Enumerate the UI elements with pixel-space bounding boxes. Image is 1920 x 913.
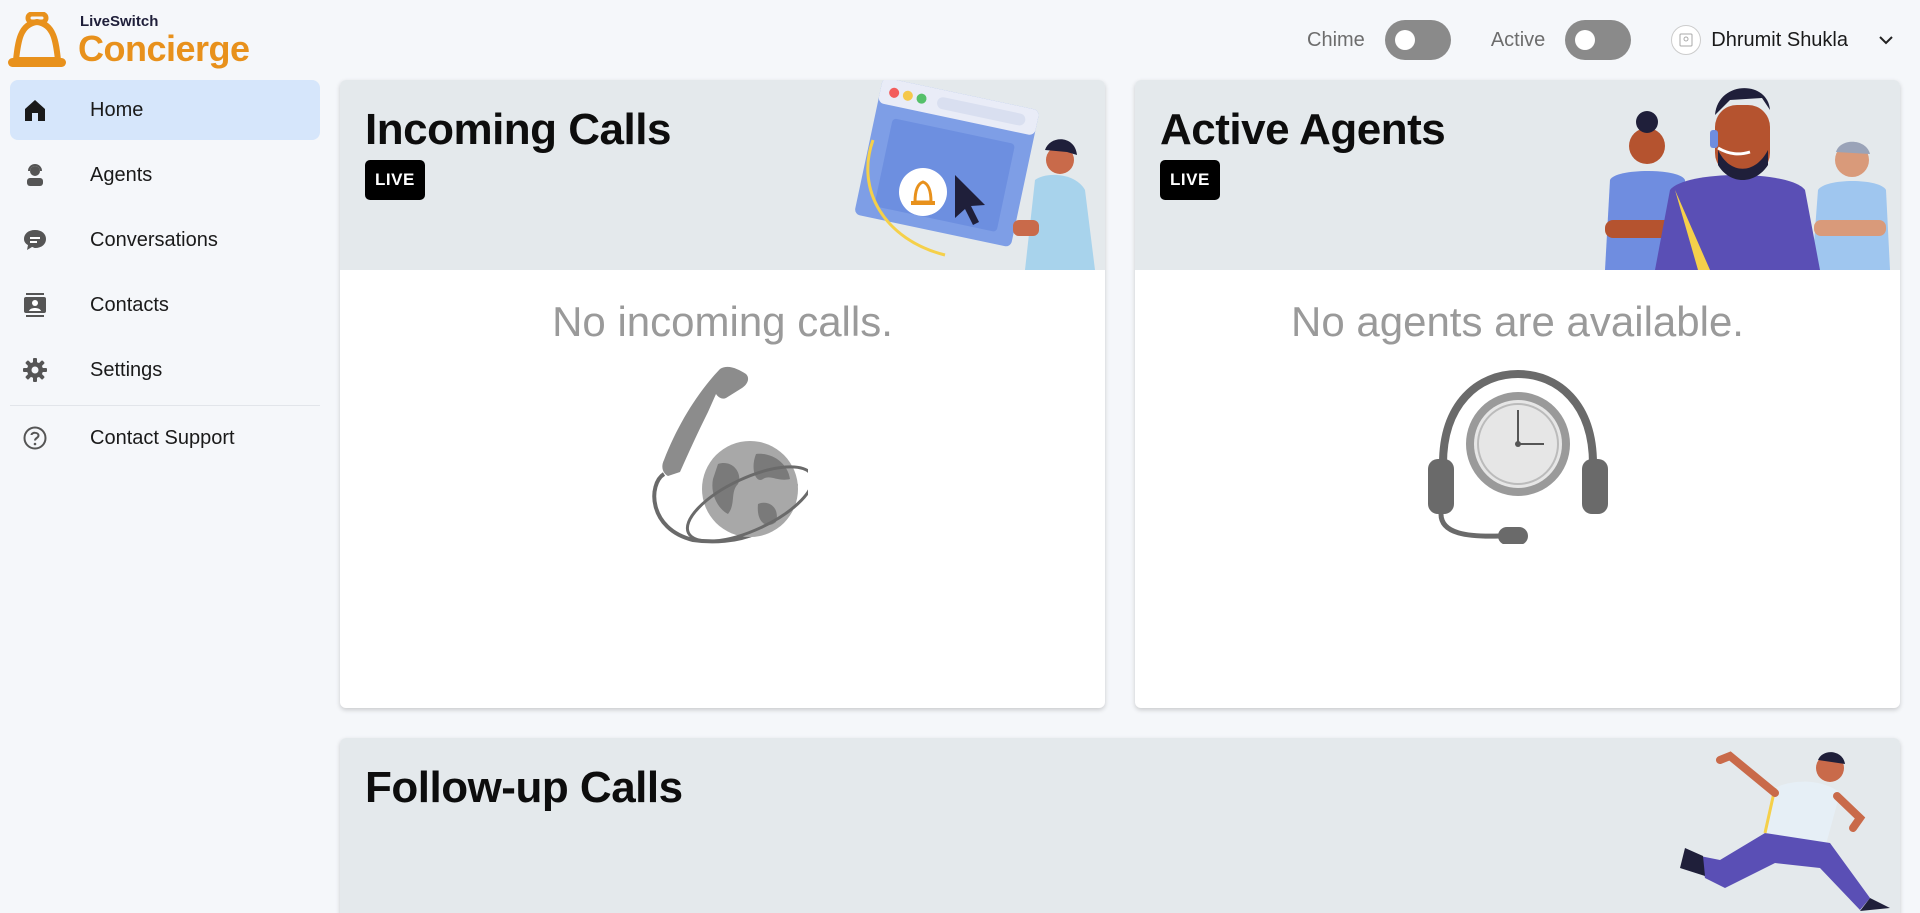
- chat-icon: [20, 225, 50, 255]
- home-icon: [20, 95, 50, 125]
- sidebar-item-label: Settings: [90, 358, 163, 381]
- sidebar-item-contact-support[interactable]: Contact Support: [10, 408, 320, 468]
- card-header: Active Agents LIVE: [1135, 80, 1900, 270]
- running-man-illustration: [1680, 751, 1890, 911]
- active-label: Active: [1490, 28, 1546, 51]
- card-header: Incoming Calls LIVE: [340, 80, 1105, 270]
- card-title: Incoming Calls: [365, 105, 671, 154]
- toggle-knob: [1575, 30, 1596, 50]
- toggle-knob: [1394, 30, 1415, 50]
- headset-clock-icon: [1135, 364, 1900, 544]
- header-controls: Chime Active Dhrumit Shukla: [1307, 0, 1920, 80]
- agents-illustration: [1605, 88, 1890, 270]
- agent-icon: [20, 160, 50, 190]
- chime-label: Chime: [1307, 28, 1365, 51]
- follow-up-calls-card: Follow-up Calls: [340, 738, 1900, 913]
- brand-name-bottom: Concierge: [78, 28, 250, 69]
- sidebar-item-conversations[interactable]: Conversations: [10, 210, 320, 270]
- card-title: Active Agents: [1160, 105, 1446, 154]
- empty-state-text: No incoming calls.: [552, 298, 893, 345]
- contacts-icon: [20, 290, 50, 320]
- active-toggle[interactable]: [1565, 20, 1632, 60]
- brand-logo[interactable]: LiveSwitch Concierge: [6, 10, 250, 70]
- incoming-calls-card: Incoming Calls LIVE No incoming calls.: [340, 80, 1105, 708]
- card-body: No agents are available.: [1135, 298, 1900, 544]
- bell-logo-icon: [8, 12, 66, 67]
- card-body: No incoming calls.: [340, 298, 1105, 544]
- active-agents-card: Active Agents LIVE No agents are availab…: [1135, 80, 1900, 708]
- chevron-down-icon[interactable]: [1878, 35, 1898, 45]
- live-badge: LIVE: [1160, 160, 1220, 200]
- sidebar-item-contacts[interactable]: Contacts: [10, 275, 320, 335]
- sidebar-item-label: Conversations: [90, 228, 218, 251]
- sidebar: Home Agents Conversations Contacts Setti…: [10, 80, 320, 473]
- user-avatar[interactable]: [1671, 25, 1702, 55]
- sidebar-item-settings[interactable]: Settings: [10, 340, 320, 400]
- phone-globe-icon: [340, 364, 1105, 544]
- live-badge: LIVE: [365, 160, 425, 200]
- sidebar-item-home[interactable]: Home: [10, 80, 320, 140]
- card-header: Follow-up Calls: [340, 738, 1900, 913]
- sidebar-divider: [10, 405, 320, 406]
- user-name[interactable]: Dhrumit Shukla: [1711, 29, 1848, 52]
- sidebar-item-label: Home: [90, 98, 144, 121]
- empty-state-text: No agents are available.: [1291, 298, 1744, 345]
- sidebar-item-label: Contact Support: [90, 426, 235, 449]
- gear-icon: [20, 355, 50, 385]
- image-placeholder-icon: [1679, 33, 1693, 47]
- sidebar-item-label: Agents: [90, 163, 153, 186]
- chime-toggle[interactable]: [1384, 20, 1451, 60]
- sidebar-item-agents[interactable]: Agents: [10, 145, 320, 205]
- browser-illustration: [855, 80, 1095, 270]
- help-icon: [20, 423, 50, 453]
- sidebar-item-label: Contacts: [90, 293, 169, 316]
- card-title: Follow-up Calls: [365, 763, 683, 812]
